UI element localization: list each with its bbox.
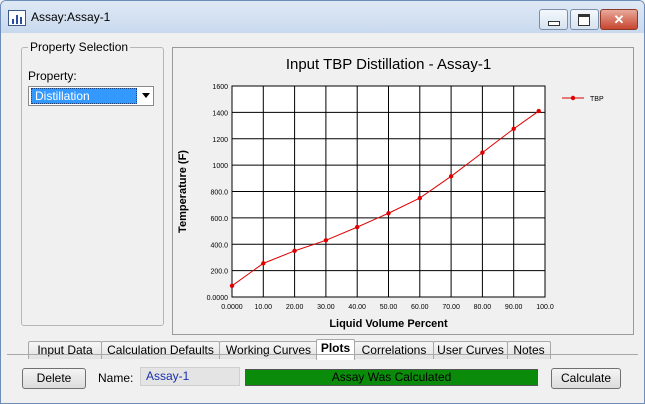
property-dropdown[interactable]: Distillation (28, 86, 154, 106)
delete-button[interactable]: Delete (22, 368, 86, 389)
minimize-icon (548, 21, 560, 26)
data-point (448, 174, 454, 179)
close-icon: ✕ (613, 12, 625, 27)
tab-strip: Input Data Calculation Defaults Working … (7, 339, 638, 361)
tab-working-curves[interactable]: Working Curves (219, 341, 318, 359)
x-tick-label: 60.00 (411, 304, 429, 311)
maximize-button[interactable] (570, 9, 599, 30)
group-title: Property Selection (28, 40, 131, 54)
x-tick-label: 0.0000 (221, 304, 243, 311)
assay-window: Assay:Assay-1 ✕ Property Selection Prope… (0, 0, 645, 404)
y-axis-label: Temperature (F) (177, 150, 189, 233)
name-label: Name: (98, 371, 134, 385)
tab-calculation-defaults[interactable]: Calculation Defaults (101, 341, 220, 359)
y-tick-label: 1000 (212, 163, 228, 170)
title-bar[interactable]: Assay:Assay-1 ✕ (1, 1, 644, 33)
data-point (480, 150, 485, 155)
y-tick-label: 400.0 (210, 242, 228, 249)
dropdown-arrow-icon[interactable] (142, 93, 150, 98)
data-point (511, 126, 516, 132)
data-point (292, 248, 297, 254)
minimize-button[interactable] (539, 9, 568, 30)
app-chart-icon (8, 10, 26, 26)
data-point (323, 238, 329, 243)
window-title: Assay:Assay-1 (31, 10, 111, 24)
x-tick-label: 30.00 (317, 304, 335, 311)
data-point (261, 261, 266, 266)
property-selection-group: Property Selection Property: Distillatio… (21, 40, 164, 326)
y-tick-label: 1400 (212, 110, 228, 117)
legend-marker (570, 95, 576, 101)
data-point (417, 195, 422, 201)
y-tick-label: 0.0000 (207, 295, 229, 302)
data-point (386, 211, 391, 216)
tab-user-curves[interactable]: User Curves (433, 341, 508, 359)
x-tick-label: 70.00 (442, 304, 460, 311)
close-button[interactable]: ✕ (600, 9, 638, 30)
data-point (355, 224, 360, 230)
x-axis-label: Liquid Volume Percent (329, 318, 448, 330)
status-bar: Assay Was Calculated (245, 369, 538, 386)
tab-plots[interactable]: Plots (316, 339, 355, 360)
x-tick-label: 40.00 (348, 304, 366, 311)
plot-panel[interactable]: 0.0000 10.00 20.00 30.00 40.00 50.00 60.00 70.0… (172, 47, 634, 335)
property-dropdown-value: Distillation (31, 88, 137, 104)
tab-divider (7, 354, 638, 355)
bottom-bar: Delete Name: Assay-1 Assay Was Calculate… (7, 363, 638, 399)
x-tick-label: 100.0 (536, 304, 554, 311)
x-tick-label: 10.00 (255, 304, 273, 311)
x-tick-label: 80.00 (474, 304, 492, 311)
x-tick-label: 90.00 (505, 304, 523, 311)
legend-label: TBP (590, 96, 604, 103)
x-tick-label: 20.00 (286, 304, 304, 311)
y-tick-label: 200.0 (210, 269, 228, 276)
calculate-button[interactable]: Calculate (551, 368, 621, 389)
tbp-distillation-chart: 0.0000 10.00 20.00 30.00 40.00 50.00 60.00 70.0… (177, 56, 604, 330)
name-field[interactable]: Assay-1 (140, 367, 240, 386)
tab-input-data[interactable]: Input Data (28, 341, 102, 359)
y-tick-label: 800.0 (210, 190, 228, 197)
tab-correlations[interactable]: Correlations (354, 341, 434, 359)
x-tick-label: 50.00 (380, 304, 398, 311)
window-content: Property Selection Property: Distillatio… (7, 33, 638, 399)
property-label: Property: (28, 69, 77, 83)
y-tick-label: 1600 (212, 84, 228, 91)
chart-title: Input TBP Distillation - Assay-1 (286, 56, 491, 73)
data-point (229, 283, 235, 288)
data-point (536, 108, 541, 114)
y-tick-label: 1200 (212, 137, 228, 144)
y-tick-label: 600.0 (210, 216, 228, 223)
maximize-icon (578, 14, 590, 26)
tab-notes[interactable]: Notes (507, 341, 551, 359)
